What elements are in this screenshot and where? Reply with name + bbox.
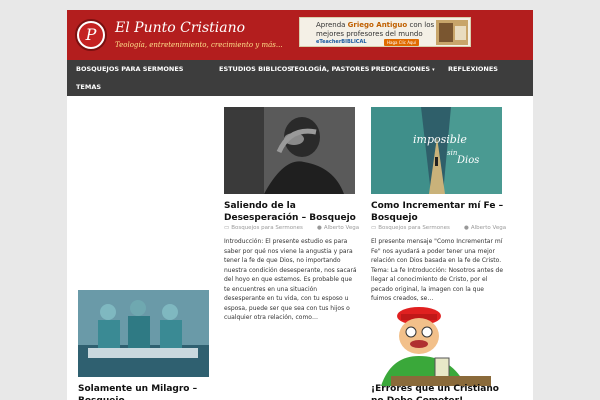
post-thumbnail-desesperacion[interactable]	[224, 107, 355, 194]
site-logo[interactable]: P	[75, 19, 107, 51]
image-caption-3: Dios	[457, 155, 480, 166]
nav-teologia[interactable]: TEOLOGÍA, PASTORES ▾	[290, 65, 374, 73]
site-header: P El Punto Cristiano Teología, entreteni…	[67, 10, 533, 60]
main-nav: BOSQUEJOS PARA SERMONES ESTUDIOS BIBLICO…	[67, 60, 533, 96]
folder-icon: ▭	[371, 225, 377, 231]
logo-letter: P	[79, 23, 103, 47]
nav-predicaciones[interactable]: PREDICACIONES ▾	[371, 65, 435, 73]
nav-temas[interactable]: TEMAS	[76, 83, 101, 91]
post-title-desesperacion[interactable]: Saliendo de la Desesperación – Bosquejo	[224, 200, 359, 224]
post-meta: ▭ Bosquejos para Sermones	[224, 225, 303, 231]
page: P El Punto Cristiano Teología, entreteni…	[67, 10, 533, 400]
nav-bosquejos[interactable]: BOSQUEJOS PARA SERMONES	[76, 65, 183, 73]
ad-image	[436, 20, 468, 45]
ad-line-2: mejores profesores del mundo	[316, 30, 423, 38]
image-caption-2: sin	[447, 149, 458, 157]
post-author-meta: ● Alberto Vega	[464, 225, 506, 231]
nav-reflexiones[interactable]: REFLEXIONES	[448, 65, 498, 73]
image-caption-1: imposible	[413, 133, 467, 146]
post-author-meta: ● Alberto Vega	[317, 225, 359, 231]
post-meta: ▭ Bosquejos para Sermones	[371, 225, 450, 231]
post-category[interactable]: Bosquejos para Sermones	[378, 225, 450, 231]
site-title[interactable]: El Punto Cristiano	[115, 20, 245, 36]
ad-line-1: Aprenda Griego Antiguo con los	[316, 21, 435, 29]
post-excerpt: Introducción: El presente estudio es par…	[224, 238, 357, 321]
post-thumbnail-fe[interactable]: imposible sin Dios	[371, 107, 502, 194]
post-category[interactable]: Bosquejos para Sermones	[231, 225, 303, 231]
user-icon: ●	[317, 225, 322, 231]
post-title-milagro[interactable]: Solamente un Milagro – Bosquejo	[78, 383, 218, 400]
post-thumbnail-milagro[interactable]	[78, 290, 209, 377]
post-title-errores[interactable]: ¡Errores que un Cristiano no Debe Comete…	[371, 383, 511, 400]
post-thumbnail-errores[interactable]	[371, 306, 502, 386]
post-author[interactable]: Alberto Vega	[324, 225, 359, 231]
ad-brand: eTeacherBIBLICAL	[316, 39, 367, 45]
folder-icon: ▭	[224, 225, 230, 231]
site-tagline: Teología, entretenimiento, crecimiento y…	[115, 41, 283, 49]
nav-estudios[interactable]: ESTUDIOS BIBLICOS	[219, 65, 292, 73]
post-title-fe[interactable]: Como Incrementar mí Fe – Bosquejo	[371, 200, 506, 224]
user-icon: ●	[464, 225, 469, 231]
post-excerpt: El presente mensaje "Como Incrementar mí…	[371, 238, 504, 302]
ad-cta-button[interactable]: Haga Clic Aquí	[384, 39, 420, 46]
post-author[interactable]: Alberto Vega	[471, 225, 506, 231]
ad-banner[interactable]: Aprenda Griego Antiguo con los mejores p…	[299, 17, 471, 47]
chevron-down-icon: ▾	[432, 67, 435, 73]
